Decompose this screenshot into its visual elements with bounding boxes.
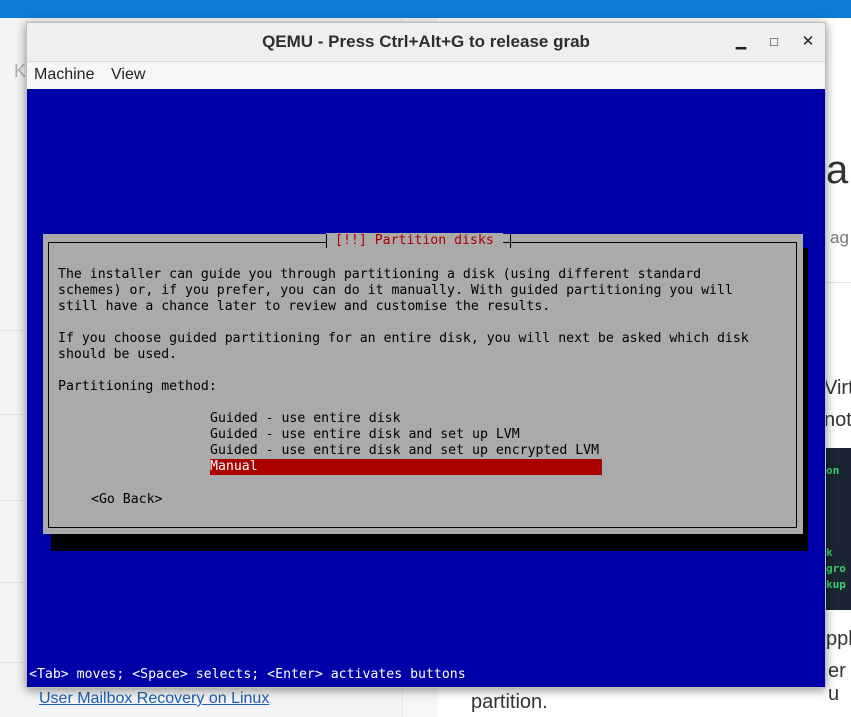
browser-top-bar xyxy=(0,0,851,18)
description-line: If you choose guided partitioning for an… xyxy=(58,331,749,346)
background-text-fragment: K xyxy=(14,61,27,81)
qemu-window: QEMU - Press Ctrl+Alt+G to release grab … xyxy=(26,22,826,688)
status-help-line: <Tab> moves; <Space> selects; <Enter> ac… xyxy=(29,667,466,682)
background-heading-fragment: a xyxy=(826,148,849,192)
description-line: still have a chance later to review and … xyxy=(58,299,551,314)
close-button[interactable]: ✕ xyxy=(797,31,819,53)
article-divider xyxy=(826,282,851,283)
method-label: Partitioning method: xyxy=(58,379,217,394)
background-text-fragment: ppl xyxy=(826,628,851,650)
window-titlebar[interactable]: QEMU - Press Ctrl+Alt+G to release grab … xyxy=(27,23,825,61)
option-guided-lvm[interactable]: Guided - use entire disk and set up LVM xyxy=(210,427,602,443)
code-fragment: k xyxy=(826,546,833,559)
sidebar-link-mailbox-recovery[interactable]: User Mailbox Recovery on Linux xyxy=(39,690,269,708)
description-line: The installer can guide you through part… xyxy=(58,267,702,282)
menu-view[interactable]: View xyxy=(111,66,145,84)
minimize-button[interactable]: ▁ xyxy=(730,31,752,53)
background-text-fragment: not xyxy=(824,409,851,431)
code-fragment: kup xyxy=(826,578,846,591)
dialog-title: [!!] Partition disks xyxy=(326,233,503,249)
title-bracket-left xyxy=(326,234,327,248)
partition-dialog: [!!] Partition disks The installer can g… xyxy=(43,233,803,534)
code-fragment: on xyxy=(826,464,840,477)
description-line: schemes) or, if you prefer, you can do i… xyxy=(58,283,733,298)
background-text-fragment: Virt xyxy=(824,377,851,399)
window-title: QEMU - Press Ctrl+Alt+G to release grab xyxy=(262,32,590,51)
maximize-button[interactable]: □ xyxy=(763,31,785,53)
description-line: should be used. xyxy=(58,347,178,362)
vm-console[interactable]: [!!] Partition disks The installer can g… xyxy=(27,89,825,687)
background-text-fragment: partition. xyxy=(471,691,548,713)
option-guided-encrypted-lvm[interactable]: Guided - use entire disk and set up encr… xyxy=(210,443,602,459)
background-text-fragment: ag xyxy=(830,228,849,247)
code-fragment: gro xyxy=(826,562,846,575)
option-guided-entire-disk[interactable]: Guided - use entire disk xyxy=(210,411,602,427)
menubar: Machine View xyxy=(27,61,825,89)
option-manual[interactable]: Manual xyxy=(210,459,602,475)
background-text-fragment: er u xyxy=(828,660,846,705)
go-back-button[interactable]: <Go Back> xyxy=(91,492,162,508)
title-bracket-right xyxy=(510,234,511,248)
background-code-block: on k gro kup xyxy=(822,448,851,610)
menu-machine[interactable]: Machine xyxy=(34,66,94,84)
